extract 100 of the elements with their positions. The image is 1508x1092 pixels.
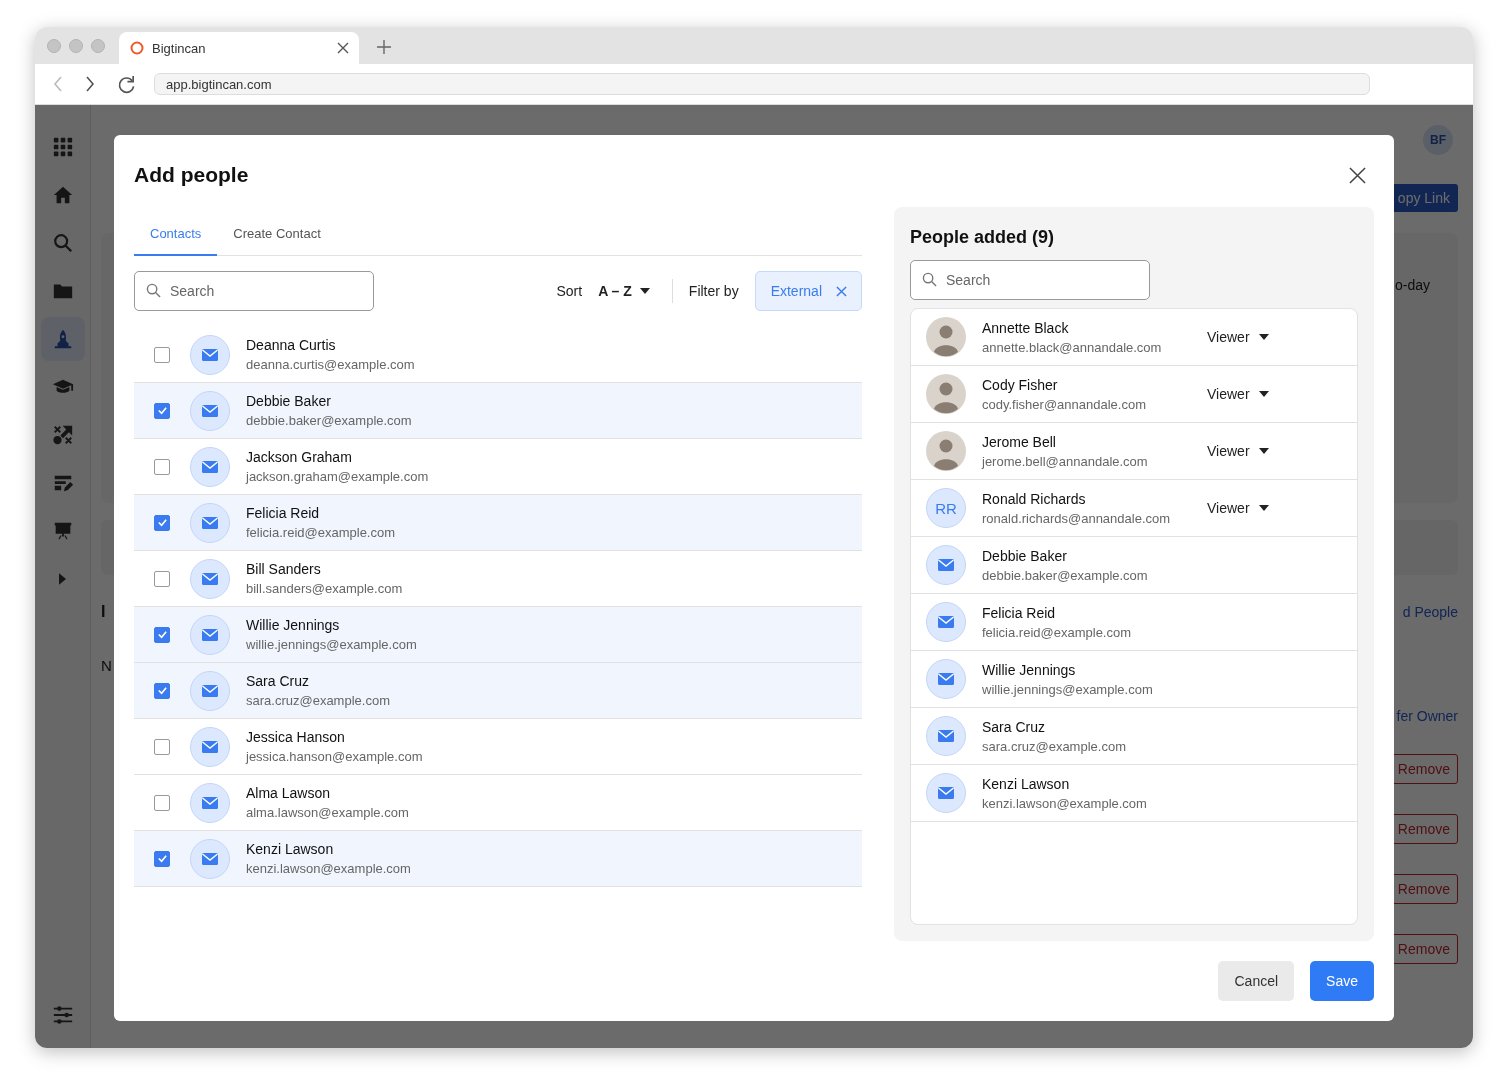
mail-avatar-icon <box>190 670 230 711</box>
mail-avatar-icon <box>926 716 966 756</box>
reload-icon[interactable] <box>117 74 136 94</box>
contact-name: Willie Jennings <box>246 617 341 633</box>
mail-avatar-icon <box>926 545 966 585</box>
caret-icon <box>1258 391 1269 397</box>
role-dropdown[interactable]: Viewer <box>1207 386 1269 402</box>
person-name: Ronald Richards <box>982 490 1087 507</box>
caret-icon <box>1258 334 1269 340</box>
person-email: felicia.reid@example.com <box>982 624 1133 640</box>
search-icon <box>51 232 74 254</box>
panel-title: People added (9) <box>910 227 1056 248</box>
person-email: jerome.bell@annandale.com <box>982 453 1149 469</box>
contact-name: Deanna Curtis <box>246 337 337 353</box>
person-email: willie.jennings@example.com <box>982 681 1154 697</box>
contact-email: bill.sanders@example.com <box>246 581 403 596</box>
new-tab-icon[interactable] <box>377 40 391 54</box>
contact-name: Felicia Reid <box>246 505 321 521</box>
contact-name: Sara Cruz <box>246 673 311 689</box>
search-field[interactable]: Search <box>910 260 1150 300</box>
contact-email: willie.jennings@example.com <box>246 637 417 652</box>
checkbox[interactable] <box>154 850 170 867</box>
checkbox[interactable] <box>154 458 170 475</box>
apps-icon <box>51 136 74 158</box>
address-field[interactable]: app.bigtincan.com <box>154 73 1370 95</box>
mail-avatar-icon <box>190 446 230 487</box>
dialog-title: Add people <box>134 163 249 187</box>
contact-email: deanna.curtis@example.com <box>246 357 415 372</box>
role-dropdown[interactable]: Viewer <box>1207 329 1269 345</box>
person-email: cody.fisher@annandale.com <box>982 396 1147 412</box>
home-icon <box>51 184 74 206</box>
sidebar-item[interactable] <box>40 317 85 361</box>
contact-email: sara.cruz@example.com <box>246 693 390 708</box>
user-avatar[interactable]: BF <box>1423 125 1453 155</box>
role-dropdown[interactable]: Viewer <box>1207 500 1269 516</box>
contact-email: kenzi.lawson@example.com <box>246 861 411 876</box>
mail-avatar-icon <box>190 502 230 543</box>
contact-email: felicia.reid@example.com <box>246 525 396 540</box>
sort-label: Sort <box>556 283 583 299</box>
shuffle-icon <box>51 424 74 446</box>
transfer-owner-link[interactable]: fer Owner <box>1396 708 1458 724</box>
close-icon[interactable] <box>337 42 349 54</box>
sort-dropdown[interactable]: A – Z <box>598 283 650 299</box>
contact-name: Debbie Baker <box>246 393 332 409</box>
person-email: ronald.richards@annandale.com <box>982 510 1172 526</box>
checkbox[interactable] <box>154 626 170 643</box>
tab[interactable]: Contacts <box>134 207 218 256</box>
checkbox[interactable] <box>154 570 170 587</box>
role-dropdown[interactable]: Viewer <box>1207 443 1269 459</box>
checkmark-icon <box>156 685 168 696</box>
mail-avatar-icon <box>190 390 230 431</box>
contact-name: Bill Sanders <box>246 561 322 577</box>
contact-name: Jessica Hanson <box>246 729 346 745</box>
mail-avatar-icon <box>190 726 230 767</box>
filter-chip[interactable]: External <box>754 271 862 311</box>
checkbox[interactable] <box>154 738 170 755</box>
checkmark-icon <box>156 853 168 864</box>
save-button[interactable]: Save <box>1310 961 1374 1001</box>
person-email: debbie.baker@example.com <box>982 567 1149 583</box>
caret-icon <box>639 288 650 294</box>
contact-name: Jackson Graham <box>246 449 353 465</box>
caret-icon <box>59 573 66 585</box>
person-name: Kenzi Lawson <box>982 775 1071 792</box>
tab[interactable]: Create Contact <box>217 207 337 256</box>
checkmark-icon <box>156 405 168 416</box>
close-icon[interactable] <box>1349 166 1366 184</box>
checkbox[interactable] <box>154 346 170 363</box>
add-people-link[interactable]: d People <box>1402 604 1458 620</box>
back-icon[interactable] <box>53 76 63 92</box>
mail-avatar-icon <box>926 659 966 699</box>
mail-avatar-icon <box>926 602 966 642</box>
contact-email: debbie.baker@example.com <box>246 413 412 428</box>
mail-avatar-icon <box>190 334 230 375</box>
person-name: Debbie Baker <box>982 547 1068 564</box>
caret-icon <box>1258 448 1269 454</box>
sliders-icon[interactable] <box>51 1004 74 1026</box>
search-field[interactable]: Search <box>134 271 374 311</box>
browser-tab[interactable]: Bigtincan <box>119 32 359 64</box>
forward-icon[interactable] <box>85 76 95 92</box>
search-icon <box>146 283 161 298</box>
mail-avatar-icon <box>190 558 230 599</box>
contact-name: Kenzi Lawson <box>246 841 335 857</box>
card-text: o-day <box>1394 277 1430 293</box>
person-name: Annette Black <box>982 319 1070 336</box>
person-name: Jerome Bell <box>982 433 1057 450</box>
search-icon <box>922 272 937 287</box>
mail-avatar-icon <box>926 773 966 813</box>
person-name: Cody Fisher <box>982 376 1059 393</box>
filter-label: Filter by <box>688 283 739 299</box>
avatar-icon <box>926 431 966 471</box>
checkbox[interactable] <box>154 402 170 419</box>
person-email: sara.cruz@example.com <box>982 738 1127 754</box>
person-name: Sara Cruz <box>982 718 1047 735</box>
checkbox[interactable] <box>154 682 170 699</box>
tab-title: Bigtincan <box>152 40 207 56</box>
cancel-button[interactable]: Cancel <box>1218 961 1295 1001</box>
mail-avatar-icon <box>190 782 230 823</box>
avatar-icon <box>926 317 966 357</box>
checkbox[interactable] <box>154 514 170 531</box>
checkbox[interactable] <box>154 794 170 811</box>
